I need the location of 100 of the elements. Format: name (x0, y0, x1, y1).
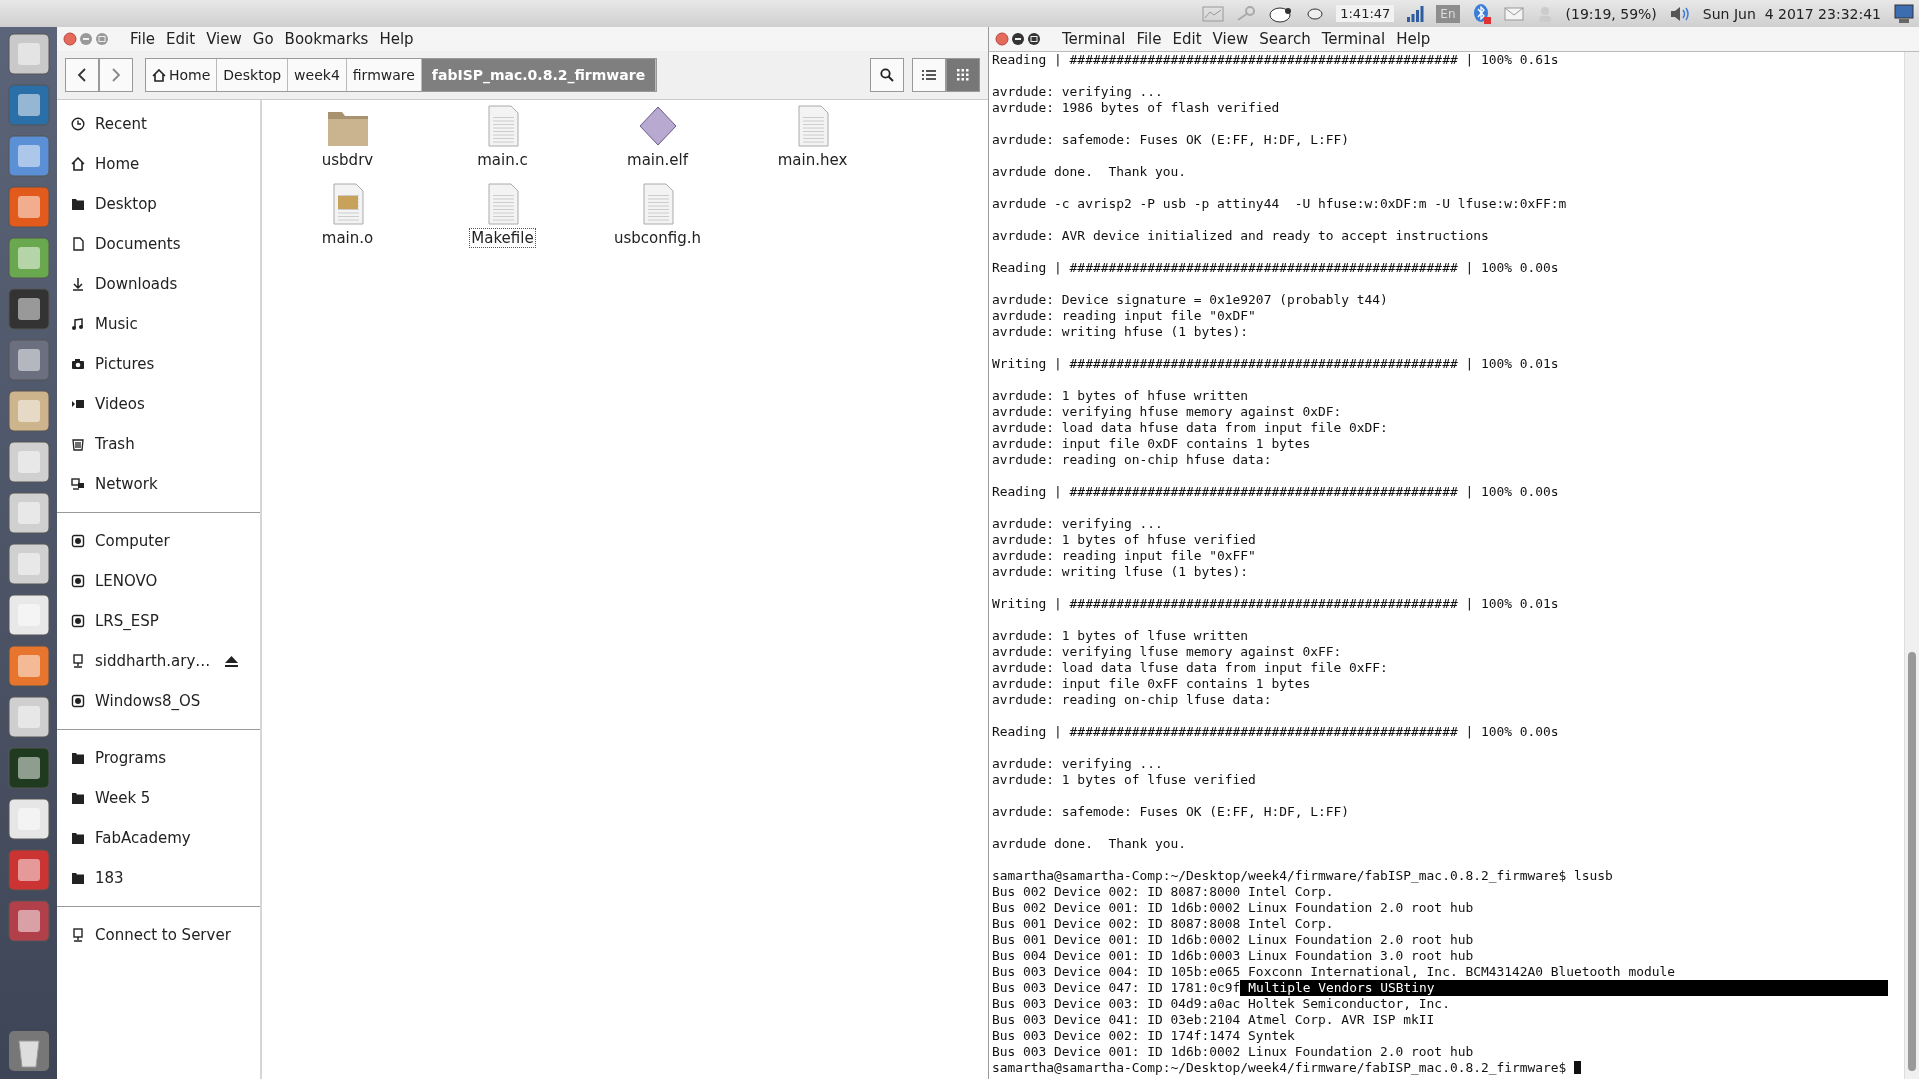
menu-item[interactable]: Search (1259, 30, 1311, 48)
terminal-line: Reading | ################################################## | 100% 0.00s (992, 260, 1559, 275)
sidebar-item[interactable]: Documents (57, 224, 260, 264)
music-icon (71, 317, 85, 331)
file-name[interactable]: main.elf (625, 150, 690, 170)
file-name[interactable]: usbdrv (319, 150, 376, 170)
terminal-line: Bus 002 Device 002: ID 8087:8000 Intel Corp. (992, 884, 1334, 899)
terminal-line: Writing | ################################################## | 100% 0.01s (992, 596, 1559, 611)
trash-icon (71, 437, 85, 451)
menu-item[interactable]: File (130, 30, 156, 48)
terminal-line: avrdude: verifying ... (992, 516, 1163, 531)
menu-item[interactable]: Go (252, 30, 274, 48)
sidebar-item[interactable]: LENOVO (57, 561, 260, 601)
sidebar-item[interactable]: Pictures (57, 344, 260, 384)
sidebar-item[interactable]: Windows8_OS (57, 681, 260, 721)
sidebar-item[interactable]: Week 5 (57, 778, 260, 818)
home-icon (71, 157, 85, 171)
list-view-button[interactable] (912, 58, 946, 92)
file-name[interactable]: main.o (319, 228, 376, 248)
menu-item[interactable]: Edit (1172, 30, 1202, 48)
terminal-line: avrdude: input file 0xFF contains 1 bytes (992, 676, 1311, 691)
terminal-line: avrdude: verifying lfuse memory against 0xFF: (992, 644, 1342, 659)
forward-button[interactable] (99, 58, 133, 92)
sidebar-item[interactable]: Computer (57, 521, 260, 561)
search-button[interactable] (870, 58, 904, 92)
terminal-line: avrdude: reading input file "0xFF" (992, 548, 1256, 563)
grid-view-button[interactable] (946, 58, 980, 92)
path-button[interactable]: Desktop (217, 59, 289, 91)
bluetooth-icon[interactable] (1471, 2, 1492, 25)
menu-item[interactable]: Bookmarks (284, 30, 369, 48)
network-icon (71, 477, 85, 491)
terminal-line: Reading | ################################################## | 100% 0.61s (992, 52, 1559, 67)
sidebar-item[interactable]: siddharth.ary… (57, 641, 260, 681)
menu-item[interactable]: Edit (166, 30, 196, 48)
terminal-line: samartha@samartha-Comp:~/Desktop/week4/firmware/fabISP_mac.0.8.2_firmware$ lsusb (992, 868, 1613, 883)
menu-item[interactable]: File (1136, 30, 1162, 48)
maximize-icon[interactable] (1027, 32, 1041, 46)
menu-item[interactable]: Help (1396, 30, 1431, 48)
home-icon (152, 68, 166, 82)
close-icon[interactable] (63, 32, 77, 46)
sidebar-item[interactable]: Home (57, 144, 260, 184)
terminal-line: Bus 003 Device 004: ID 105b:e065 Foxconn International, Inc. BCM43142A0 Bluetooth module (992, 964, 1675, 979)
terminal-line: avrdude: input file 0xDF contains 1 bytes (992, 436, 1311, 451)
search-icon (880, 68, 894, 82)
terminal-line: avrdude: verifying hfuse memory against 0xDF: (992, 404, 1342, 419)
sidebar-item[interactable]: Trash (57, 424, 260, 464)
terminal-line: avrdude: writing hfuse (1 bytes): (992, 324, 1249, 339)
close-icon[interactable] (995, 32, 1009, 46)
file-name[interactable]: usbconfig.h (612, 228, 703, 248)
file-name[interactable]: main.hex (775, 150, 850, 170)
back-button[interactable] (65, 58, 99, 92)
sidebar-item[interactable]: Network (57, 464, 260, 504)
terminal-line: Bus 004 Device 001: ID 1d6b:0003 Linux Foundation 3.0 root hub (992, 948, 1474, 963)
desktop-icon (71, 197, 85, 211)
menu-item[interactable]: View (1212, 30, 1249, 48)
sidebar-item[interactable]: FabAcademy (57, 818, 260, 858)
monitor-icon[interactable] (1893, 3, 1915, 24)
timer-text[interactable]: 1:41:47 (1336, 5, 1395, 22)
eject-icon[interactable] (225, 655, 238, 667)
terminal-line: avrdude: reading on-chip hfuse data: (992, 452, 1272, 467)
path-button[interactable]: Home (146, 59, 218, 91)
signal-bars-icon[interactable] (1406, 4, 1425, 23)
sidebar-item[interactable]: Downloads (57, 264, 260, 304)
sidebar-item[interactable]: Videos (57, 384, 260, 424)
sidebar-item[interactable]: Music (57, 304, 260, 344)
path-button[interactable]: fabISP_mac.0.8.2_firmware (421, 59, 657, 91)
terminal-line: avrdude: safemode: Fuses OK (E:FF, H:DF, L:FF) (992, 804, 1349, 819)
menu-item[interactable]: View (206, 30, 242, 48)
sidebar-item[interactable]: 183 (57, 858, 260, 898)
video-icon (71, 397, 85, 411)
minimize-icon[interactable] (1011, 32, 1025, 46)
sidebar-item[interactable]: Desktop (57, 184, 260, 224)
sidebar-item[interactable]: Programs (57, 738, 260, 778)
trash-icon[interactable] (6, 1029, 51, 1073)
clock-text[interactable]: Sun Jun 4 2017 23:32:41 (1702, 5, 1881, 22)
terminal-line: avrdude: reading on-chip lfuse data: (992, 692, 1272, 707)
scrollbar-thumb[interactable] (1908, 652, 1916, 1071)
menu-item[interactable]: Help (379, 30, 414, 48)
list-icon (922, 69, 936, 81)
path-button[interactable]: firmware (346, 59, 422, 91)
file-name[interactable]: main.c (475, 150, 530, 170)
recent-icon (71, 117, 85, 131)
path-button[interactable]: week4 (288, 59, 347, 91)
file-name[interactable]: Makefile (469, 228, 536, 248)
terminal-line: Bus 001 Device 002: ID 8087:8008 Intel Corp. (992, 916, 1334, 931)
menu-item[interactable]: Terminal (1321, 30, 1386, 48)
scrollbar[interactable] (1904, 52, 1919, 1079)
sidebar-item[interactable]: LRS_ESP (57, 601, 260, 641)
terminal-line: Bus 003 Device 001: ID 1d6b:0002 Linux Foundation 2.0 root hub (992, 1044, 1474, 1059)
terminal-line: avrdude: safemode: Fuses OK (E:FF, H:DF, L:FF) (992, 132, 1349, 147)
terminal-line: avrdude: 1986 bytes of flash verified (992, 100, 1280, 115)
app-title: Terminal (1062, 30, 1126, 48)
terminal-line: avrdude: reading input file "0xDF" (992, 308, 1256, 323)
terminal-line: Bus 003 Device 002: ID 174f:1474 Syntek (992, 1028, 1295, 1043)
chevron-right-icon (111, 68, 121, 82)
battery-status[interactable]: (19:19, 59%) (1565, 5, 1657, 22)
terminal-line: avrdude -c avrisp2 -P usb -p attiny44 -U hfuse:w:0xDF:m -U lfuse:w:0xFF:m (992, 196, 1567, 211)
sidebar-item[interactable]: Connect to Server (57, 915, 260, 955)
terminal-line: avrdude: AVR device initialized and ready to accept instructions (992, 228, 1489, 243)
sidebar-item[interactable]: Recent (57, 104, 260, 144)
